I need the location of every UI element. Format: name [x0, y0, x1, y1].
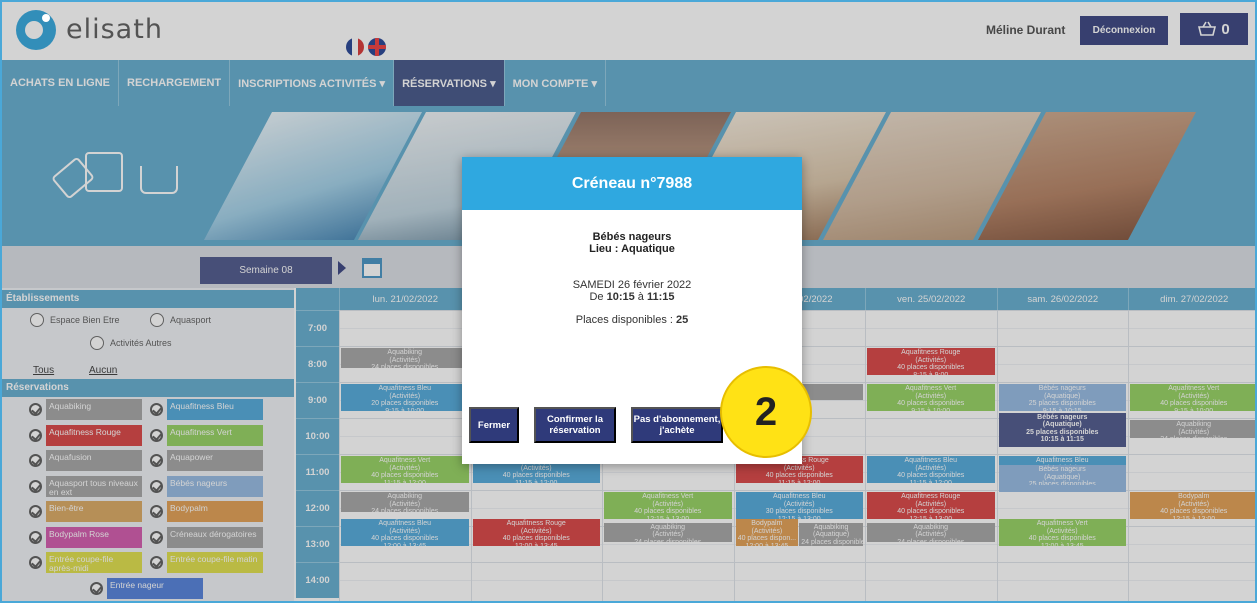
buy-subscription-button[interactable]: Pas d'abonnement, j'achète [631, 407, 723, 443]
app-window: elisath Méline Durant Déconnexion 0 ACHA… [0, 0, 1257, 603]
modal-location: Lieu : Aquatique [589, 243, 675, 255]
modal-date: SAMEDI 26 février 2022 [572, 279, 692, 291]
confirm-reservation-button[interactable]: Confirmer la réservation [534, 407, 616, 443]
modal-activity: Bébés nageurs [592, 231, 672, 243]
close-button[interactable]: Fermer [469, 407, 519, 443]
modal-places: Places disponibles : 25 [462, 314, 802, 326]
places-label: Places disponibles : [575, 314, 677, 326]
modal-time: De 10:15 à 11:15 [462, 291, 802, 303]
places-value: 25 [676, 314, 689, 326]
time-mid: à [634, 291, 647, 303]
time-end: 11:15 [646, 291, 675, 303]
time-prefix: De [589, 291, 607, 303]
step-number-badge: 2 [720, 366, 812, 458]
time-start: 10:15 [606, 291, 635, 303]
modal-title: Créneau n°7988 [462, 157, 802, 210]
